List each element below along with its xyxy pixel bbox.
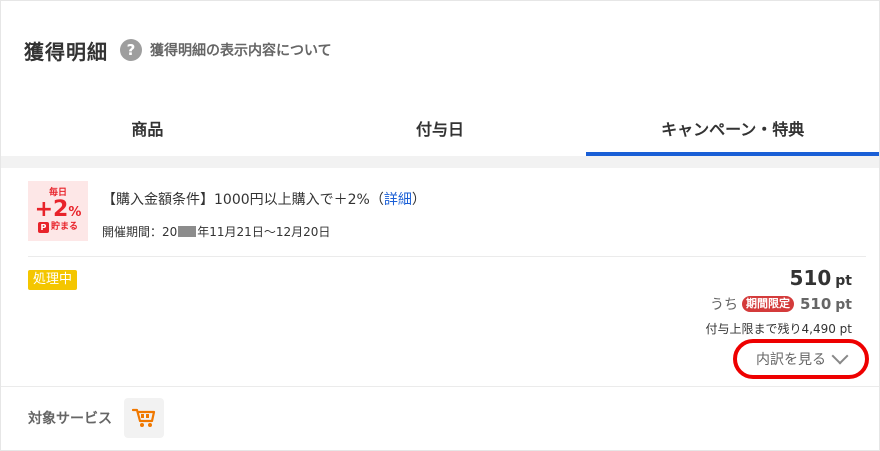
divider [28,256,866,257]
tab-grant-date[interactable]: 付与日 [294,100,587,156]
badge-bottom-text: P 貯まる [37,222,78,233]
tab-product[interactable]: 商品 [1,100,294,156]
campaign-badge-icon: 毎日 +2% P 貯まる [28,181,88,241]
campaign-condition: 【購入金額条件】1000円以上購入で＋2%（詳細） [102,192,426,208]
question-icon[interactable]: ? [120,39,142,61]
page-header: 獲得明細 ? 獲得明細の表示内容について [24,36,332,64]
help-link-label[interactable]: 獲得明細の表示内容について [150,40,332,60]
divider [1,386,879,387]
campaign-row: 毎日 +2% P 貯まる 【購入金額条件】1000円以上購入で＋2%（詳細） 開催… [28,181,426,241]
campaign-info: 【購入金額条件】1000円以上購入で＋2%（詳細） 開催期間：20 年11月21日… [102,181,426,241]
points-remaining: 付与上限まで残り4,490 pt [705,322,853,336]
help-link[interactable]: ? 獲得明細の表示内容について [120,39,332,61]
page-title: 獲得明細 [24,39,108,64]
target-service-label: 対象サービス [28,411,112,427]
points-limited-row: うち 期間限定 510 pt [709,295,852,313]
tab-campaign[interactable]: キャンペーン・特典 [586,100,879,156]
tab-bar: 商品 付与日 キャンペーン・特典 [1,100,879,156]
breakdown-toggle-button[interactable]: 内訳を見る [733,339,869,379]
shopping-cart-icon[interactable] [124,398,164,438]
points-total: 510 pt [789,266,852,290]
chevron-down-icon[interactable] [831,347,849,365]
section-separator [1,156,879,168]
limited-points-value: 510 pt [799,295,852,313]
point-icon: P [37,222,49,233]
target-service-row: 対象サービス [28,398,164,438]
redacted-block [178,226,197,237]
limited-time-badge: 期間限定 [741,296,794,312]
points-summary: 510 pt うち 期間限定 510 pt 付与上限まで残り4,490 pt [706,266,853,337]
detail-link[interactable]: 詳細 [384,192,412,208]
badge-percent: +2% [34,197,82,222]
breakdown-label[interactable]: 内訳を見る [756,349,826,369]
status-badge: 処理中 [28,270,78,290]
campaign-period: 開催期間：20 年11月21日～12月20日 [102,225,331,239]
